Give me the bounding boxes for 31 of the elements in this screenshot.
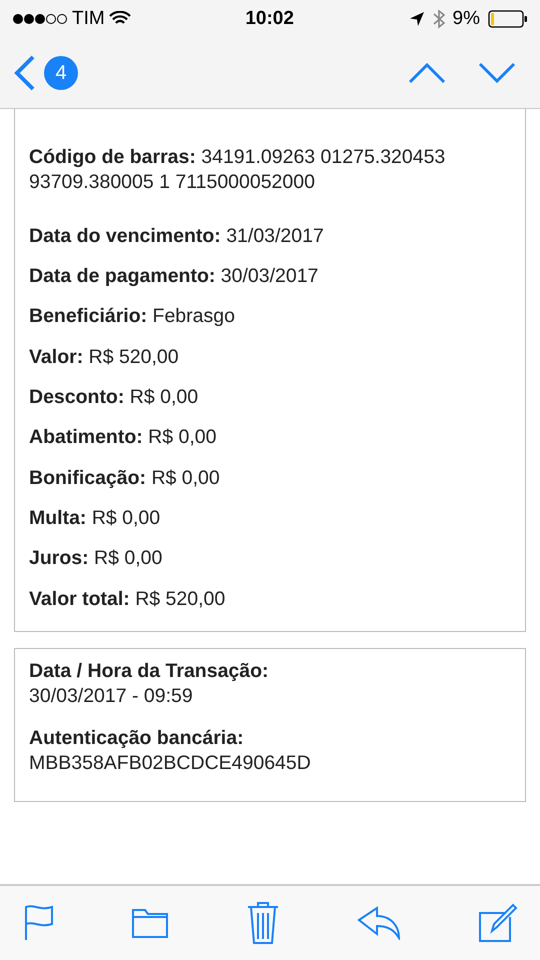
field-label: Data / Hora da Transação: [29,659,270,684]
battery-icon [488,10,528,28]
receipt-field: Valor: R$ 520,00 [29,344,513,370]
reply-icon[interactable] [357,906,401,940]
receipt-field: Valor total: R$ 520,00 [29,586,513,612]
location-arrow-icon [408,11,425,27]
receipt-field: Bonificação: R$ 0,00 [29,466,513,492]
carrier-name: TIM [72,6,105,31]
receipt-field: Juros: R$ 0,00 [29,546,513,572]
field-value: MBB358AFB02BCDCE490645D [29,751,312,776]
receipt-field: Abatimento: R$ 0,00 [29,425,513,451]
receipt-field: Desconto: R$ 0,00 [29,385,513,410]
field-label: Autenticação bancária: [29,726,245,751]
field-value: 30/03/2017 - 09:59 [29,684,194,710]
signal-icon [12,13,68,25]
flag-icon[interactable] [24,905,54,941]
compose-icon[interactable] [478,903,518,943]
message-count-badge: 4 [44,56,78,90]
receipt-field: Multa: R$ 0,00 [29,506,513,532]
next-message-icon[interactable] [478,62,516,84]
receipt-field: Data do vencimento: 31/03/2017 [29,224,513,250]
battery-percent: 9% [452,6,480,31]
back-icon[interactable] [14,55,36,91]
receipt-field: Data de pagamento: 30/03/2017 [29,264,513,290]
clock-time: 10:02 [245,6,294,31]
barcode-field: Código de barras: 34191.09263 01275.320453 93709.380005 1 7115000052000 [29,145,513,196]
previous-message-icon[interactable] [408,62,446,84]
bluetooth-icon [432,9,445,29]
receipt-field: Beneficiário: Febrasgo [29,304,513,330]
folder-icon[interactable] [131,907,169,939]
trash-icon[interactable] [246,901,280,945]
